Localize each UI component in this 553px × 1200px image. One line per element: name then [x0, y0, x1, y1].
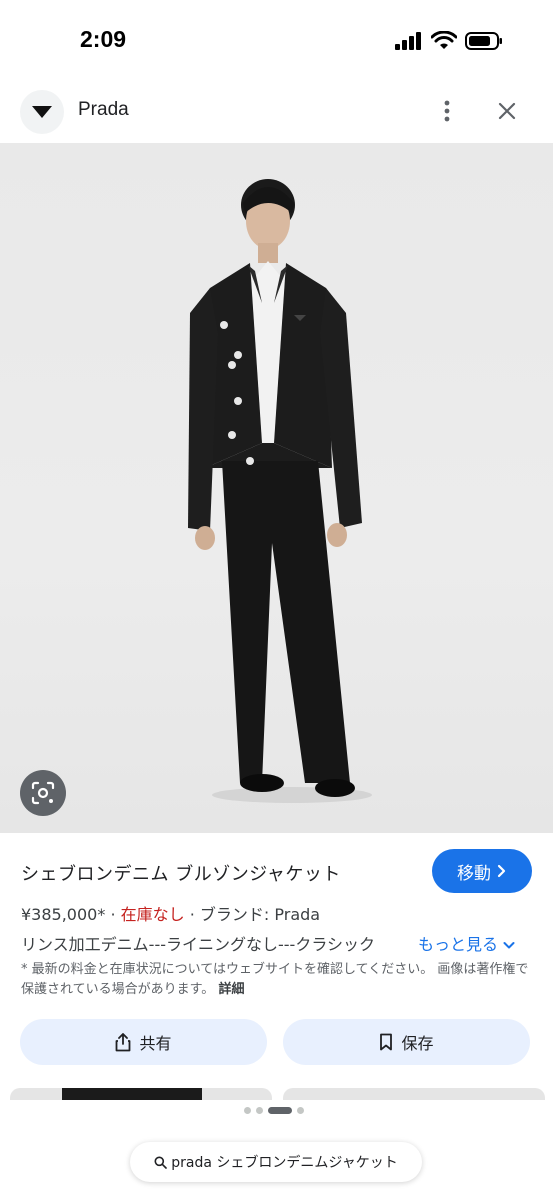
status-icons [395, 30, 503, 52]
more-options-button[interactable] [430, 94, 464, 128]
product-title[interactable]: シェブロンデニム ブルゾンジャケット [21, 860, 341, 886]
pager-dot-active [268, 1107, 292, 1114]
status-time: 2:09 [80, 26, 127, 52]
product-info-panel: シェブロンデニム ブルゾンジャケット 移動 ¥385,000* · 在庫なし ·… [0, 833, 553, 1093]
separator: · [189, 905, 195, 924]
disclaimer-text: * 最新の料金と在庫状況についてはウェブサイトを確認してください。 画像は著作権… [21, 962, 529, 997]
battery-icon [465, 32, 502, 50]
site-name[interactable]: Prada [78, 99, 129, 121]
stock-status: 在庫なし [120, 905, 185, 924]
camera-search-icon [31, 781, 55, 805]
close-icon [498, 102, 516, 120]
related-image-thumbnail[interactable] [10, 1088, 272, 1100]
cellular-signal-icon [395, 32, 421, 50]
lens-search-button[interactable] [20, 770, 66, 816]
price-line: ¥385,000* · 在庫なし · ブランド: Prada [21, 901, 320, 925]
separator: · [110, 905, 116, 924]
more-vert-icon [444, 100, 450, 122]
related-image-thumbnail[interactable] [283, 1088, 545, 1100]
bookmark-icon [380, 1033, 393, 1051]
pager-dot [256, 1107, 263, 1114]
share-label: 共有 [139, 1034, 172, 1053]
prada-logo-icon [32, 106, 52, 118]
save-label: 保存 [401, 1034, 434, 1053]
details-link[interactable]: 詳細 [218, 982, 244, 997]
product-image[interactable] [0, 143, 553, 833]
wifi-icon [431, 31, 457, 49]
search-query-text: prada シェブロンデニムジャケット [171, 1155, 398, 1171]
chevron-down-icon [503, 942, 515, 949]
share-button[interactable]: 共有 [20, 1019, 267, 1065]
model-wearing-jacket-image [188, 179, 372, 803]
status-bar: 2:09 [0, 0, 553, 80]
share-icon [116, 1033, 131, 1052]
more-link-label: もっと見る [418, 935, 499, 954]
carousel-pager [244, 1107, 304, 1114]
close-button[interactable] [490, 94, 524, 128]
disclaimer: * 最新の料金と在庫状況についてはウェブサイトを確認してください。 画像は著作権… [21, 960, 531, 1000]
visit-button[interactable]: 移動 [432, 849, 532, 893]
chevron-right-icon [497, 864, 506, 878]
pager-dot [244, 1107, 251, 1114]
more-link[interactable]: もっと見る [418, 931, 515, 955]
visit-button-label: 移動 [457, 863, 491, 884]
product-description: リンス加工デニム---ライニングなし---クラシック [21, 935, 376, 954]
site-logo[interactable] [20, 90, 64, 134]
search-query-chip[interactable]: prada シェブロンデニムジャケット [130, 1142, 422, 1182]
site-header: Prada [0, 82, 553, 142]
pager-dot [297, 1107, 304, 1114]
brand: ブランド: Prada [199, 905, 321, 924]
save-button[interactable]: 保存 [283, 1019, 530, 1065]
price: ¥385,000* [21, 905, 106, 924]
search-icon [154, 1156, 168, 1169]
